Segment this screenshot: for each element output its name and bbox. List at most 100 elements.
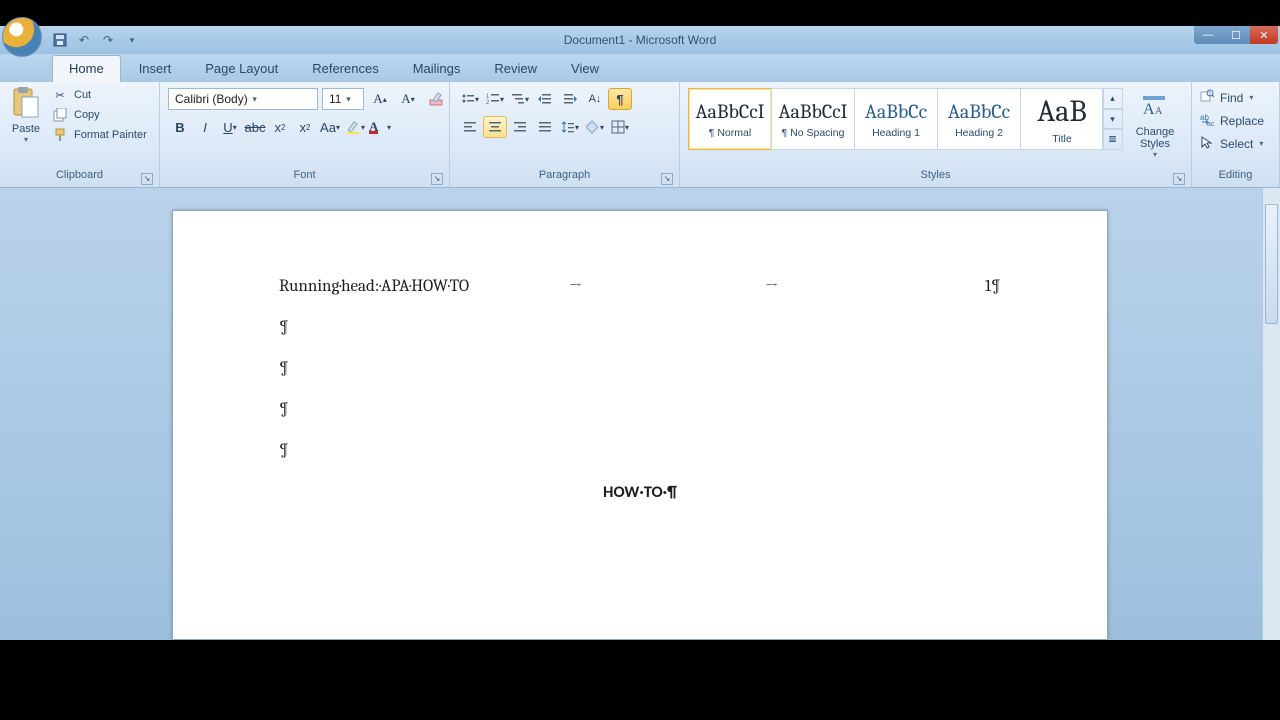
ribbon: Paste ▾ ✂ Cut Copy bbox=[0, 82, 1280, 188]
clear-formatting-button[interactable] bbox=[424, 88, 448, 110]
replace-button[interactable]: abac Replace bbox=[1196, 110, 1268, 131]
vertical-scrollbar[interactable] bbox=[1262, 188, 1280, 640]
header-line: Running·head:·APA·HOW·TO 1¶ bbox=[279, 277, 1001, 296]
font-size-combo[interactable]: 11▾ bbox=[322, 88, 364, 110]
style-heading-1[interactable]: AaBbCc Heading 1 bbox=[854, 88, 938, 150]
styles-gallery[interactable]: AaBbCcI ¶ Normal AaBbCcI ¶ No Spacing Aa… bbox=[688, 88, 1123, 150]
font-dialog-launcher[interactable]: ↘ bbox=[431, 173, 443, 185]
style-title[interactable]: AaB Title bbox=[1020, 88, 1104, 150]
minimize-button[interactable]: — bbox=[1194, 26, 1222, 44]
empty-paragraph: ¶ bbox=[279, 359, 1001, 378]
paste-button[interactable]: Paste ▾ bbox=[4, 85, 48, 144]
style-normal[interactable]: AaBbCcI ¶ Normal bbox=[688, 88, 772, 150]
page-number: 1¶ bbox=[961, 277, 1001, 296]
format-painter-button[interactable]: Format Painter bbox=[52, 127, 147, 143]
highlight-button[interactable]: ▾ bbox=[343, 116, 367, 138]
scrollbar-thumb[interactable] bbox=[1265, 204, 1278, 324]
justify-button[interactable] bbox=[533, 116, 557, 138]
svg-text:A: A bbox=[1155, 106, 1163, 117]
tab-arrow-icon bbox=[765, 277, 961, 296]
group-label-font: Font bbox=[293, 169, 315, 181]
font-color-button[interactable]: A ▾ bbox=[368, 116, 392, 138]
quick-access-toolbar: ↶ ↷ ▾ bbox=[52, 32, 140, 48]
tab-home[interactable]: Home bbox=[52, 55, 121, 82]
style-heading-2[interactable]: AaBbCc Heading 2 bbox=[937, 88, 1021, 150]
window-title: Document1 - Microsoft Word bbox=[564, 33, 717, 47]
svg-text:ac: ac bbox=[1207, 121, 1214, 126]
replace-icon: abac bbox=[1200, 112, 1214, 129]
borders-button[interactable]: ▾ bbox=[608, 116, 632, 138]
decrease-indent-button[interactable] bbox=[533, 88, 557, 110]
tab-review[interactable]: Review bbox=[478, 56, 553, 82]
copy-icon bbox=[52, 107, 68, 123]
empty-paragraph: ¶ bbox=[279, 441, 1001, 460]
save-icon[interactable] bbox=[52, 32, 68, 48]
change-styles-icon: AA bbox=[1139, 90, 1171, 122]
increase-indent-button[interactable] bbox=[558, 88, 582, 110]
cut-button[interactable]: ✂ Cut bbox=[52, 87, 147, 103]
gallery-up-icon[interactable]: ▴ bbox=[1102, 88, 1123, 109]
empty-paragraph: ¶ bbox=[279, 400, 1001, 419]
document-title-line: HOW·TO·¶ bbox=[279, 482, 1001, 502]
align-right-button[interactable] bbox=[508, 116, 532, 138]
group-label-styles: Styles bbox=[921, 169, 951, 181]
subscript-button[interactable]: x2 bbox=[268, 116, 292, 138]
group-label-clipboard: Clipboard bbox=[56, 169, 103, 181]
undo-icon[interactable]: ↶ bbox=[76, 32, 92, 48]
font-family-combo[interactable]: Calibri (Body)▾ bbox=[168, 88, 318, 110]
scissors-icon: ✂ bbox=[52, 87, 68, 103]
select-icon bbox=[1200, 135, 1214, 152]
sort-button[interactable]: A↓ bbox=[583, 88, 607, 110]
superscript-button[interactable]: x2 bbox=[293, 116, 317, 138]
underline-button[interactable]: U▾ bbox=[218, 116, 242, 138]
group-label-paragraph: Paragraph bbox=[539, 169, 590, 181]
svg-text:A: A bbox=[1143, 101, 1155, 118]
office-button[interactable] bbox=[2, 17, 42, 57]
maximize-button[interactable]: ☐ bbox=[1222, 26, 1250, 44]
paintbrush-icon bbox=[52, 127, 68, 143]
tab-view[interactable]: View bbox=[555, 56, 615, 82]
document-area[interactable]: Running·head:·APA·HOW·TO 1¶ ¶ ¶ ¶ ¶ HOW·… bbox=[0, 188, 1280, 640]
find-icon bbox=[1200, 89, 1214, 106]
tab-page-layout[interactable]: Page Layout bbox=[189, 56, 294, 82]
svg-text:2: 2 bbox=[486, 100, 490, 106]
shrink-font-button[interactable]: A▾ bbox=[396, 88, 420, 110]
tab-insert[interactable]: Insert bbox=[123, 56, 188, 82]
empty-paragraph: ¶ bbox=[279, 318, 1001, 337]
show-hide-button[interactable]: ¶ bbox=[608, 88, 632, 110]
numbering-button[interactable]: 12▾ bbox=[483, 88, 507, 110]
title-bar: ↶ ↷ ▾ Document1 - Microsoft Word — ☐ ✕ bbox=[0, 26, 1280, 54]
paste-icon bbox=[10, 87, 42, 119]
page[interactable]: Running·head:·APA·HOW·TO 1¶ ¶ ¶ ¶ ¶ HOW·… bbox=[172, 210, 1108, 640]
style-no-spacing[interactable]: AaBbCcI ¶ No Spacing bbox=[771, 88, 855, 150]
bold-button[interactable]: B bbox=[168, 116, 192, 138]
gallery-down-icon[interactable]: ▾ bbox=[1102, 109, 1123, 130]
tab-arrow-icon bbox=[569, 277, 765, 296]
bullets-button[interactable]: ▾ bbox=[458, 88, 482, 110]
close-button[interactable]: ✕ bbox=[1250, 26, 1278, 44]
ribbon-tabs: Home Insert Page Layout References Maili… bbox=[0, 54, 1280, 82]
tab-references[interactable]: References bbox=[296, 56, 394, 82]
multilevel-list-button[interactable]: ▾ bbox=[508, 88, 532, 110]
italic-button[interactable]: I bbox=[193, 116, 217, 138]
redo-icon[interactable]: ↷ bbox=[100, 32, 116, 48]
gallery-more-icon[interactable]: 𝌆 bbox=[1102, 129, 1123, 150]
change-styles-button[interactable]: AA Change Styles ▾ bbox=[1127, 88, 1183, 159]
running-head-text: Running·head:·APA·HOW·TO bbox=[279, 277, 569, 296]
change-case-button[interactable]: Aa▾ bbox=[318, 116, 342, 138]
select-button[interactable]: Select▾ bbox=[1196, 133, 1267, 154]
align-left-button[interactable] bbox=[458, 116, 482, 138]
find-button[interactable]: Find▾ bbox=[1196, 87, 1257, 108]
align-center-button[interactable] bbox=[483, 116, 507, 138]
clipboard-dialog-launcher[interactable]: ↘ bbox=[141, 173, 153, 185]
grow-font-button[interactable]: A▴ bbox=[368, 88, 392, 110]
tab-mailings[interactable]: Mailings bbox=[397, 56, 477, 82]
copy-button[interactable]: Copy bbox=[52, 107, 147, 123]
line-spacing-button[interactable]: ▾ bbox=[558, 116, 582, 138]
styles-dialog-launcher[interactable]: ↘ bbox=[1173, 173, 1185, 185]
qat-customize-icon[interactable]: ▾ bbox=[124, 32, 140, 48]
shading-button[interactable]: ▾ bbox=[583, 116, 607, 138]
strikethrough-button[interactable]: abc bbox=[243, 116, 267, 138]
paragraph-dialog-launcher[interactable]: ↘ bbox=[661, 173, 673, 185]
group-label-editing: Editing bbox=[1219, 169, 1253, 181]
